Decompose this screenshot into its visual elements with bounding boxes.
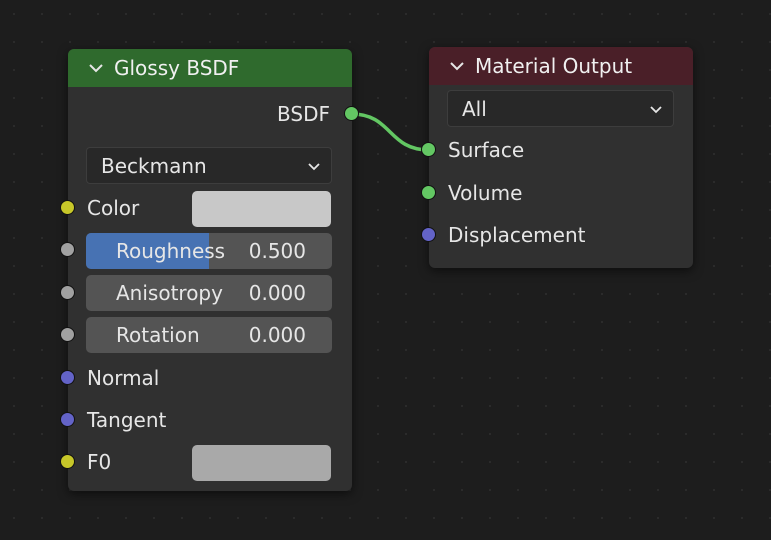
anisotropy-input-socket[interactable] bbox=[60, 285, 75, 300]
rotation-value: 0.000 bbox=[248, 323, 306, 347]
surface-input-socket[interactable] bbox=[421, 142, 436, 157]
glossy-bsdf-node[interactable]: Glossy BSDF BSDF Beckmann Color Roughnes… bbox=[68, 49, 352, 491]
color-input-socket[interactable] bbox=[60, 200, 75, 215]
roughness-value: 0.500 bbox=[248, 239, 306, 263]
chevron-down-icon[interactable] bbox=[449, 58, 465, 74]
f0-input-socket[interactable] bbox=[60, 454, 75, 469]
chevron-down-icon bbox=[308, 162, 320, 170]
chevron-down-icon bbox=[650, 105, 662, 113]
bsdf-output-label: BSDF bbox=[277, 102, 330, 126]
f0-swatch[interactable] bbox=[192, 445, 331, 481]
material-output-header[interactable]: Material Output bbox=[429, 47, 693, 85]
distribution-dropdown[interactable]: Beckmann bbox=[86, 147, 332, 184]
material-output-node[interactable]: Material Output All Surface Volume Displ… bbox=[429, 47, 693, 268]
surface-label: Surface bbox=[448, 138, 525, 162]
anisotropy-slider[interactable]: Anisotropy 0.000 bbox=[86, 275, 332, 311]
displacement-input-socket[interactable] bbox=[421, 227, 436, 242]
roughness-input-socket[interactable] bbox=[60, 242, 75, 257]
bsdf-output-socket[interactable] bbox=[344, 106, 359, 121]
distribution-value: Beckmann bbox=[101, 153, 207, 178]
normal-label: Normal bbox=[87, 366, 160, 390]
tangent-input-socket[interactable] bbox=[60, 412, 75, 427]
anisotropy-value: 0.000 bbox=[248, 281, 306, 305]
glossy-bsdf-header[interactable]: Glossy BSDF bbox=[68, 49, 352, 87]
glossy-bsdf-title: Glossy BSDF bbox=[114, 56, 240, 80]
volume-input-socket[interactable] bbox=[421, 185, 436, 200]
material-output-title: Material Output bbox=[475, 54, 633, 78]
target-value: All bbox=[462, 96, 487, 121]
anisotropy-label: Anisotropy bbox=[116, 281, 223, 305]
color-label: Color bbox=[87, 196, 140, 220]
rotation-slider[interactable]: Rotation 0.000 bbox=[86, 317, 332, 353]
displacement-label: Displacement bbox=[448, 223, 586, 247]
rotation-label: Rotation bbox=[116, 323, 200, 347]
normal-input-socket[interactable] bbox=[60, 370, 75, 385]
roughness-slider[interactable]: Roughness 0.500 bbox=[86, 233, 332, 269]
rotation-input-socket[interactable] bbox=[60, 327, 75, 342]
color-swatch[interactable] bbox=[192, 191, 331, 227]
roughness-label: Roughness bbox=[116, 239, 226, 263]
tangent-label: Tangent bbox=[87, 408, 167, 432]
target-dropdown[interactable]: All bbox=[447, 90, 674, 127]
chevron-down-icon[interactable] bbox=[88, 60, 104, 76]
volume-label: Volume bbox=[448, 181, 523, 205]
f0-label: F0 bbox=[87, 450, 112, 474]
